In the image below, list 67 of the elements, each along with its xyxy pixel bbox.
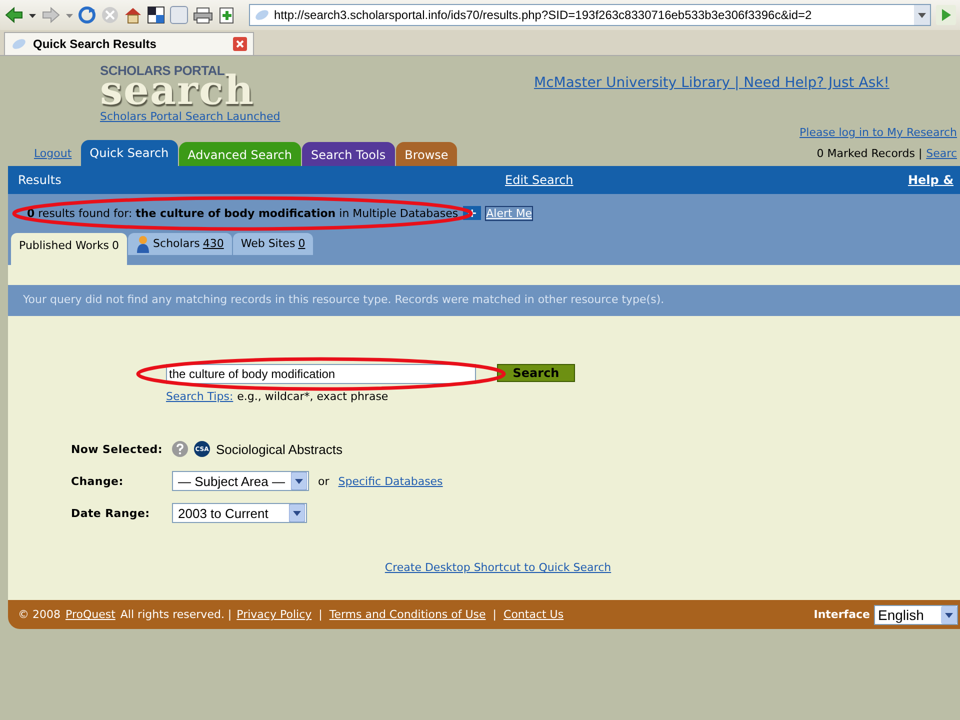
- result-count[interactable]: 0: [298, 237, 306, 250]
- result-count: 0: [112, 238, 120, 252]
- separator: |: [318, 608, 322, 621]
- launch-link[interactable]: Scholars Portal Search Launched: [100, 110, 280, 123]
- specific-databases-link[interactable]: Specific Databases: [338, 474, 443, 488]
- language-select[interactable]: English: [874, 604, 958, 624]
- separator: |: [492, 608, 497, 621]
- subject-area-select[interactable]: — Subject Area —: [172, 471, 309, 491]
- address-bar[interactable]: http://search3.scholarsportal.info/ids70/results.php?SID=193f263c8330716eb533b3e306f3396c&id=2: [249, 4, 931, 26]
- back-arrow-icon[interactable]: [4, 6, 24, 24]
- nav-tab[interactable]: Advanced Search: [178, 142, 301, 166]
- login-link[interactable]: Please log in to My Research: [800, 126, 957, 139]
- dropdown-caret-icon: [289, 504, 305, 522]
- printer-icon[interactable]: [193, 6, 213, 24]
- url-text: http://search3.scholarsportal.info/ids70/results.php?SID=193f263c8330716eb533b3e306f3396c&id=2: [274, 8, 813, 22]
- field-label: Change:: [71, 474, 124, 488]
- result-tab[interactable]: Published Works 0: [11, 233, 128, 265]
- forward-arrow-icon[interactable]: [41, 6, 61, 24]
- grid-square-icon[interactable]: [147, 6, 165, 24]
- logo-wordmark: search: [100, 76, 254, 106]
- add-page-icon[interactable]: [218, 6, 236, 24]
- proquest-link[interactable]: ProQuest: [66, 608, 116, 621]
- search-tips-text: e.g., wildcar*, exact phrase: [237, 390, 388, 403]
- tab-label: Web Sites: [240, 237, 296, 250]
- footer-link[interactable]: Contact Us: [504, 608, 564, 621]
- results-summary: 0 results found for: the culture of body modification in Multiple Databases: [27, 206, 458, 220]
- result-tab[interactable]: Scholars 430: [128, 233, 232, 255]
- field-label: Now Selected:: [71, 442, 164, 456]
- close-icon[interactable]: [233, 37, 247, 51]
- interface-label: Interface: [814, 608, 870, 621]
- nav-tab[interactable]: Quick Search: [80, 140, 178, 166]
- header-link[interactable]: Searc: [926, 147, 957, 160]
- nav-tab[interactable]: Browse: [396, 142, 458, 166]
- result-count[interactable]: 430: [202, 237, 224, 250]
- dropdown-caret-icon: [291, 472, 307, 490]
- marked-records: 0 Marked Records |: [816, 147, 922, 160]
- tab-label: Published Works: [19, 238, 110, 252]
- search-button[interactable]: Search: [497, 364, 575, 382]
- person-icon: [136, 234, 150, 252]
- tab-title: Quick Search Results: [33, 37, 158, 51]
- dropdown-caret-icon: [941, 606, 957, 624]
- help-link[interactable]: Help &: [908, 173, 954, 187]
- browser-tab[interactable]: Quick Search Results: [4, 32, 254, 55]
- copyright-text: © 2008: [18, 608, 60, 621]
- field-label: Date Range:: [71, 506, 151, 520]
- rights-text: All rights reserved. |: [120, 608, 232, 621]
- reload-icon[interactable]: [78, 6, 96, 24]
- search-tips-link[interactable]: Search Tips:: [166, 390, 234, 403]
- home-icon[interactable]: [124, 6, 142, 24]
- edit-search-link[interactable]: Edit Search: [505, 173, 908, 187]
- no-results-message: Your query did not find any matching records in this resource type. Records were matched in other resource type(s).: [8, 285, 960, 316]
- desktop-shortcut-link[interactable]: Create Desktop Shortcut to Quick Search: [384, 561, 612, 574]
- logout-link[interactable]: Logout: [34, 147, 72, 166]
- result-tab[interactable]: Web Sites 0: [232, 233, 314, 255]
- or-text: or: [318, 474, 330, 488]
- database-name: Sociological Abstracts: [216, 442, 342, 456]
- footer-link[interactable]: Privacy Policy: [236, 608, 312, 621]
- footer-link[interactable]: Terms and Conditions of Use: [329, 608, 486, 621]
- nav-tab[interactable]: Search Tools: [302, 142, 395, 166]
- logo-text: SCHOLARS PORTAL: [100, 65, 225, 76]
- results-title: Results: [18, 173, 62, 187]
- library-link[interactable]: McMaster University Library | Need Help? Just Ask!: [534, 75, 890, 123]
- date-range-select[interactable]: 2003 to Current: [172, 503, 307, 523]
- query-field[interactable]: the culture of body modification: [166, 364, 476, 384]
- dropdown-caret-icon[interactable]: [914, 5, 930, 25]
- help-icon[interactable]: [172, 441, 188, 457]
- tab-label: Scholars: [153, 237, 200, 250]
